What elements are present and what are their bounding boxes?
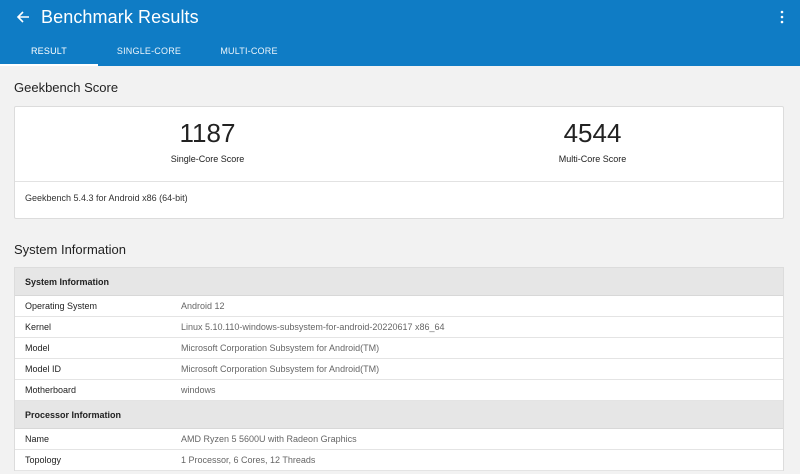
tab-single-core[interactable]: SINGLE-CORE bbox=[98, 36, 200, 66]
table-row: Model Microsoft Corporation Subsystem fo… bbox=[15, 338, 783, 359]
row-key: Model ID bbox=[25, 364, 62, 374]
table-row: Topology 1 Processor, 6 Cores, 12 Thread… bbox=[15, 450, 783, 471]
system-section-title: System Information bbox=[14, 242, 126, 257]
app-bar: Benchmark Results RESULT SINGLE-CORE MUL… bbox=[0, 0, 800, 66]
row-key: Topology bbox=[25, 455, 62, 465]
table-row: Motherboard windows bbox=[15, 380, 783, 401]
more-vert-icon[interactable] bbox=[776, 8, 788, 26]
row-key: Model bbox=[25, 343, 50, 353]
page-title: Benchmark Results bbox=[41, 7, 199, 27]
tab-bar: RESULT SINGLE-CORE MULTI-CORE bbox=[0, 36, 800, 66]
row-value: windows bbox=[181, 385, 216, 395]
single-core-score-value: 1187 bbox=[179, 118, 236, 148]
table-row: Operating System Android 12 bbox=[15, 296, 783, 317]
group-header-label: Processor Information bbox=[25, 410, 122, 420]
system-info-table: System Information Operating System Andr… bbox=[14, 267, 784, 471]
row-key: Name bbox=[25, 434, 50, 444]
multi-core-score-value: 4544 bbox=[563, 118, 622, 148]
group-header-label: System Information bbox=[25, 277, 110, 287]
row-value: 1 Processor, 6 Cores, 12 Threads bbox=[181, 455, 316, 465]
row-value: Microsoft Corporation Subsystem for Andr… bbox=[181, 343, 380, 353]
group-header: Processor Information bbox=[15, 401, 783, 429]
arrow-left-icon[interactable] bbox=[12, 6, 34, 28]
row-value: Microsoft Corporation Subsystem for Andr… bbox=[181, 364, 380, 374]
table-row: Kernel Linux 5.10.110-windows-subsystem-… bbox=[15, 317, 783, 338]
row-value: Android 12 bbox=[181, 301, 225, 311]
row-value: AMD Ryzen 5 5600U with Radeon Graphics bbox=[181, 434, 357, 444]
multi-core-score-label: Multi-Core Score bbox=[558, 154, 627, 164]
row-key: Kernel bbox=[25, 322, 52, 332]
row-value: Linux 5.10.110-windows-subsystem-for-and… bbox=[181, 322, 445, 332]
score-card: 1187 Single-Core Score 4544 Multi-Core S… bbox=[14, 106, 784, 219]
row-key: Motherboard bbox=[25, 385, 77, 395]
group-header: System Information bbox=[15, 268, 783, 296]
score-section-title: Geekbench Score bbox=[14, 80, 119, 95]
tab-multi-core[interactable]: MULTI-CORE bbox=[200, 36, 298, 66]
card-divider bbox=[15, 181, 783, 182]
tab-result[interactable]: RESULT bbox=[0, 36, 98, 66]
table-row: Model ID Microsoft Corporation Subsystem… bbox=[15, 359, 783, 380]
table-row: Name AMD Ryzen 5 5600U with Radeon Graph… bbox=[15, 429, 783, 450]
single-core-score-label: Single-Core Score bbox=[170, 154, 245, 164]
version-text: Geekbench 5.4.3 for Android x86 (64-bit) bbox=[25, 193, 188, 203]
row-key: Operating System bbox=[25, 301, 98, 311]
